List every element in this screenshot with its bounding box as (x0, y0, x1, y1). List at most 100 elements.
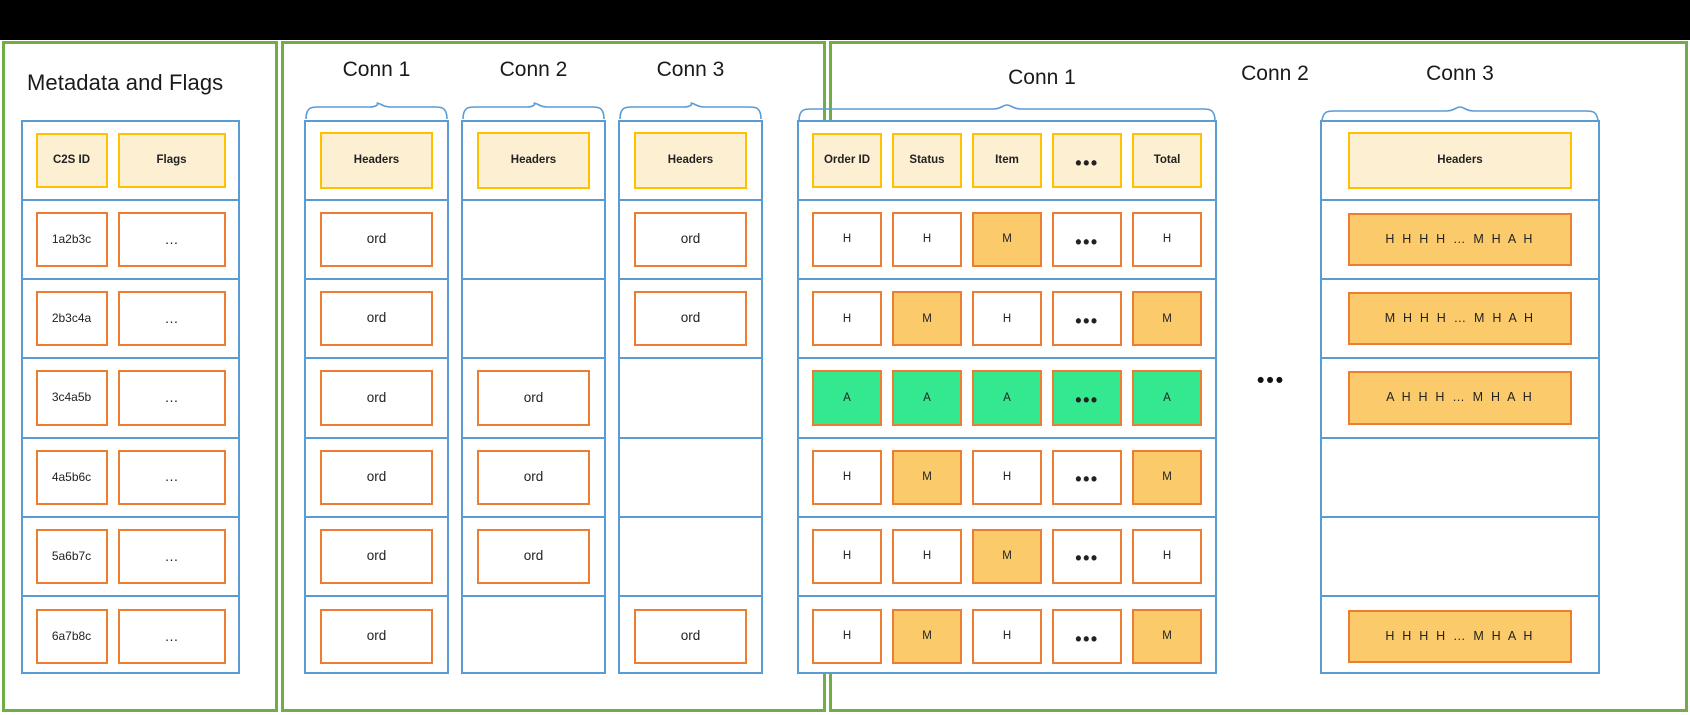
record-row: A A A ••• A (799, 359, 1215, 439)
cell-mutated: M (1132, 608, 1202, 664)
cell-hash: H (812, 449, 882, 505)
table-row: 2b3c4a… (23, 280, 238, 360)
cell-hash: H (812, 212, 882, 268)
cell-flags: … (117, 370, 226, 426)
record-summary-cell: H H H H … M H A H (1348, 609, 1572, 663)
cell-hash: H (972, 608, 1042, 664)
conn3-grid-right: Headers H H H H … M H A H M H H H … M H A … (1320, 120, 1600, 674)
field-header: Order ID (812, 133, 882, 189)
cell-hash: H (892, 528, 962, 584)
order-cell: ord (320, 449, 433, 505)
headers-cell: Headers (634, 132, 747, 190)
table-row: 6a7b8c… (23, 597, 238, 676)
order-cell: ord (320, 528, 433, 584)
cell-flags: … (117, 212, 226, 268)
order-row (620, 359, 761, 439)
field-header-row: Order ID Status Item ••• Total (799, 122, 1215, 202)
column-header-flags: Flags (117, 133, 226, 189)
table-row: 1a2b3c… (23, 201, 238, 281)
field-header: Total (1132, 133, 1202, 189)
cell-c2sid: 6a7b8c (35, 608, 108, 664)
header-row: Headers (1322, 122, 1598, 202)
cell-mutated: M (1132, 291, 1202, 347)
metadata-and-flags-panel: Metadata and Flags C2S ID Flags 1a2b3c… 2b3… (2, 41, 278, 712)
cell-mutated: M (1132, 449, 1202, 505)
record-summary-cell: A H H H … M H A H (1348, 371, 1572, 425)
cell-ellipsis: ••• (1052, 528, 1122, 584)
record-row: A H H H … M H A H (1322, 359, 1598, 439)
cell-mutated: M (972, 528, 1042, 584)
order-cell: ord (634, 212, 747, 268)
conn-title-3: Conn 3 (656, 58, 725, 81)
cell-hash: H (892, 212, 962, 268)
conn1-stack: Headers ord ord ord ord ord ord (304, 120, 449, 674)
cell-c2sid: 4a5b6c (35, 449, 108, 505)
cell-aggregate: A (972, 370, 1042, 426)
conn1-title-right: Conn 1 (1008, 66, 1076, 89)
headers-cell: Headers (320, 132, 433, 190)
order-cell: ord (477, 449, 590, 505)
cell-ellipsis: ••• (1052, 370, 1122, 426)
order-cell: ord (477, 370, 590, 426)
cell-aggregate: A (892, 370, 962, 426)
order-row: ord (463, 359, 604, 439)
record-row: H M H ••• M (799, 439, 1215, 518)
cell-hash: H (972, 449, 1042, 505)
cell-ellipsis: ••• (1052, 449, 1122, 505)
cell-hash: H (812, 608, 882, 664)
order-row: ord (620, 597, 761, 676)
record-row (1322, 439, 1598, 518)
column-header-c2sid: C2S ID (35, 133, 108, 189)
record-row (1322, 518, 1598, 597)
record-row: H H H H … M H A H (1322, 597, 1598, 676)
order-row: ord (620, 280, 761, 360)
conn2-ellipsis: ••• (1257, 369, 1286, 392)
cell-mutated: M (892, 449, 962, 505)
conn2-stack: Headers ord ord ord (461, 120, 606, 674)
record-row: H H M ••• H (799, 201, 1215, 281)
order-row: ord (463, 439, 604, 518)
cell-hash: H (1132, 528, 1202, 584)
table-row: 3c4a5b… (23, 359, 238, 439)
table-header-row: C2S ID Flags (23, 122, 238, 202)
cell-c2sid: 3c4a5b (35, 370, 108, 426)
order-row: ord (620, 201, 761, 281)
conn-title-2: Conn 2 (499, 58, 568, 81)
cell-ellipsis: ••• (1052, 291, 1122, 347)
cell-ellipsis: ••• (1052, 608, 1122, 664)
cell-c2sid: 2b3c4a (35, 291, 108, 347)
cell-aggregate: A (1132, 370, 1202, 426)
order-row: ord (306, 597, 447, 676)
cell-ellipsis: ••• (1052, 212, 1122, 268)
headers-cell: Headers (1348, 132, 1572, 190)
order-row: ord (306, 518, 447, 597)
order-row: ord (306, 439, 447, 518)
header-row: Headers (306, 122, 447, 202)
order-row (620, 518, 761, 597)
conn3-stack: Headers ord ord ord (618, 120, 763, 674)
record-row: H H H H … M H A H (1322, 201, 1598, 281)
order-row (463, 201, 604, 281)
order-row: ord (463, 518, 604, 597)
order-cell: ord (320, 291, 433, 347)
record-row: H H M ••• H (799, 518, 1215, 597)
cell-aggregate: A (812, 370, 882, 426)
field-header: Status (892, 133, 962, 189)
conn-title-1: Conn 1 (342, 58, 411, 81)
record-row: M H H H … M H A H (1322, 280, 1598, 360)
header-row: Headers (620, 122, 761, 202)
metadata-stack: C2S ID Flags 1a2b3c… 2b3c4a… 3c4a5b… 4a5b6c… 5… (21, 120, 240, 674)
record-summary-cell: M H H H … M H A H (1348, 292, 1572, 346)
order-row (463, 280, 604, 360)
top-black-bar (0, 0, 1690, 40)
cell-mutated: M (892, 291, 962, 347)
conn3-title-right: Conn 3 (1426, 62, 1494, 85)
cell-c2sid: 1a2b3c (35, 212, 108, 268)
record-detail-panel: Conn 1 Order ID Status Item ••• Total H H M ••• H… (797, 41, 1688, 712)
header-row: Headers (463, 122, 604, 202)
cell-mutated: M (972, 212, 1042, 268)
conn1-brace (304, 102, 449, 120)
table-row: 5a6b7c… (23, 518, 238, 597)
order-cell: ord (320, 608, 433, 664)
conn2-brace (461, 102, 606, 120)
